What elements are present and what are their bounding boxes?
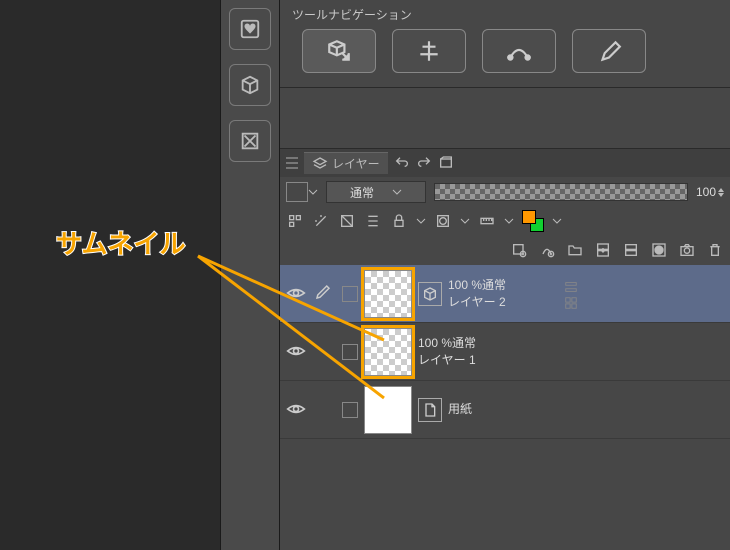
opacity-slider[interactable] bbox=[434, 183, 688, 201]
layer-info: 100 %通常 bbox=[448, 277, 506, 294]
layer-thumbnail[interactable] bbox=[364, 386, 412, 434]
layer-info: 100 %通常 bbox=[418, 335, 476, 352]
eye-icon bbox=[286, 283, 306, 303]
color-swatch[interactable] bbox=[522, 210, 544, 232]
draft-icon[interactable] bbox=[364, 212, 382, 230]
action-icon[interactable] bbox=[438, 155, 454, 171]
chevron-down-icon[interactable] bbox=[460, 216, 470, 226]
lock-icon[interactable] bbox=[390, 212, 408, 230]
perspective-icon bbox=[416, 38, 442, 64]
layers-icon bbox=[312, 156, 328, 172]
chevron-down-icon[interactable] bbox=[552, 216, 562, 226]
chevron-down-icon[interactable] bbox=[416, 216, 426, 226]
redo-icon[interactable] bbox=[416, 155, 432, 171]
heart-icon bbox=[239, 18, 261, 40]
layer-tabbar: レイヤー bbox=[280, 149, 730, 177]
blend-mode-select[interactable]: 通常 bbox=[326, 181, 426, 203]
panel-grip-icon[interactable] bbox=[286, 156, 298, 170]
layer-name: レイヤー 1 bbox=[418, 352, 476, 369]
new-vector-layer-icon[interactable] bbox=[538, 241, 556, 259]
blend-row: 通常 100 bbox=[280, 177, 730, 207]
color-swatch-dropdown[interactable] bbox=[286, 182, 318, 202]
ruler-icon[interactable] bbox=[478, 212, 496, 230]
tool-sidebar bbox=[220, 0, 280, 550]
eye-icon bbox=[286, 399, 306, 419]
tool-curve[interactable] bbox=[482, 29, 556, 73]
cube-icon bbox=[239, 74, 261, 96]
list-view-icon[interactable] bbox=[564, 280, 578, 294]
layer-thumbnail[interactable] bbox=[364, 328, 412, 376]
layer-options-row bbox=[280, 207, 730, 235]
tool-perspective[interactable] bbox=[392, 29, 466, 73]
trash-icon[interactable] bbox=[706, 241, 724, 259]
layer-name: 用紙 bbox=[448, 401, 472, 418]
merge-down-icon[interactable] bbox=[622, 241, 640, 259]
chevron-down-icon bbox=[392, 187, 402, 197]
mask-circle-icon[interactable] bbox=[650, 241, 668, 259]
blend-mode-label: 通常 bbox=[350, 184, 374, 201]
tool-navigation: ツールナビゲーション bbox=[280, 0, 730, 88]
new-raster-layer-icon[interactable] bbox=[510, 241, 528, 259]
layer-type-icon bbox=[418, 282, 442, 306]
layer-row[interactable]: 100 %通常 レイヤー 1 bbox=[280, 323, 730, 381]
visibility-toggle[interactable] bbox=[286, 399, 308, 421]
layer-panel: レイヤー 通常 100 bbox=[280, 148, 730, 439]
chevron-down-icon[interactable] bbox=[504, 216, 514, 226]
paper-icon bbox=[418, 398, 442, 422]
layer-tab[interactable]: レイヤー bbox=[304, 152, 388, 174]
opacity-value[interactable]: 100 bbox=[696, 185, 724, 199]
opacity-spinner[interactable] bbox=[718, 188, 724, 197]
layer-checkbox[interactable] bbox=[342, 402, 358, 418]
layer-checkbox[interactable] bbox=[342, 286, 358, 302]
visibility-toggle[interactable] bbox=[286, 341, 308, 363]
wand-icon[interactable] bbox=[312, 212, 330, 230]
camera-icon[interactable] bbox=[678, 241, 696, 259]
favorite-button[interactable] bbox=[229, 8, 271, 50]
layer-name: レイヤー 2 bbox=[448, 294, 506, 311]
cube-cursor-icon bbox=[326, 38, 352, 64]
layer-row[interactable]: 用紙 bbox=[280, 381, 730, 439]
layer-tab-label: レイヤー bbox=[332, 155, 380, 172]
mask-icon[interactable] bbox=[434, 212, 452, 230]
swatch-icon bbox=[286, 182, 308, 202]
visibility-toggle[interactable] bbox=[286, 283, 308, 305]
x-box-icon bbox=[239, 130, 261, 152]
layer-row[interactable]: 100 %通常 レイヤー 2 bbox=[280, 265, 730, 323]
tool-brush[interactable] bbox=[572, 29, 646, 73]
palette-icon[interactable] bbox=[286, 212, 304, 230]
object-button[interactable] bbox=[229, 64, 271, 106]
layer-actions-row bbox=[280, 235, 730, 265]
chevron-down-icon bbox=[308, 187, 318, 197]
undo-icon[interactable] bbox=[394, 155, 410, 171]
layer-list: 100 %通常 レイヤー 2 100 %通常 レイヤー 1 bbox=[280, 265, 730, 439]
eye-icon bbox=[286, 341, 306, 361]
edit-icon bbox=[314, 283, 336, 305]
right-pane: ツールナビゲーション レイヤー 通常 bbox=[280, 0, 730, 550]
ref-icon[interactable] bbox=[338, 212, 356, 230]
tile-view-icon[interactable] bbox=[564, 296, 578, 310]
new-folder-icon[interactable] bbox=[566, 241, 584, 259]
layer-thumbnail[interactable] bbox=[364, 270, 412, 318]
material-button[interactable] bbox=[229, 120, 271, 162]
curve-icon bbox=[506, 38, 532, 64]
annotation-label: サムネイル bbox=[56, 224, 185, 261]
tool-nav-title: ツールナビゲーション bbox=[292, 6, 718, 23]
tool-object[interactable] bbox=[302, 29, 376, 73]
brush-icon bbox=[596, 38, 622, 64]
layer-checkbox[interactable] bbox=[342, 344, 358, 360]
transfer-down-icon[interactable] bbox=[594, 241, 612, 259]
